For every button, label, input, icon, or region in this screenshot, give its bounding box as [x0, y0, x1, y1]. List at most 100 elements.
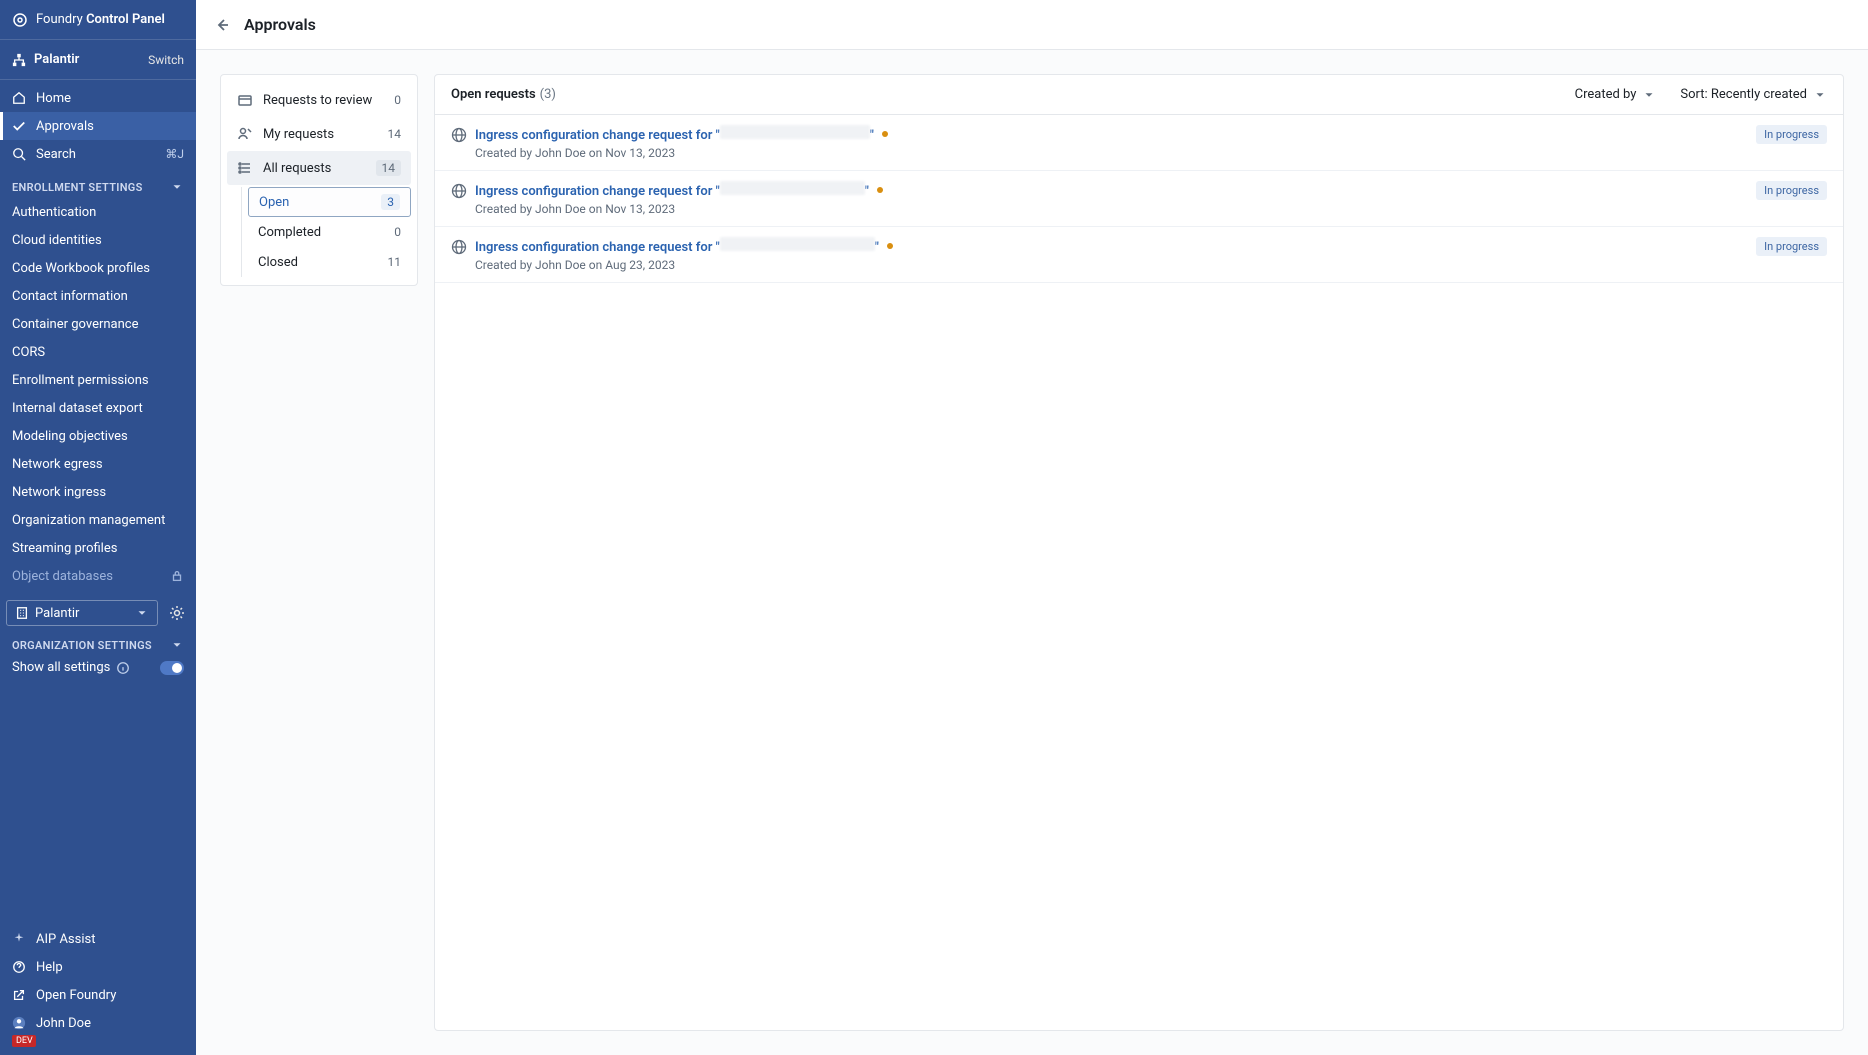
building-icon [15, 606, 29, 620]
request-status-chip: In progress [1756, 181, 1827, 200]
filter-panel: Requests to review0My requests14All requ… [220, 74, 418, 286]
enrollment-setting-item[interactable]: Contact information [0, 282, 196, 310]
enrollment-setting-item[interactable]: Container governance [0, 310, 196, 338]
filter-sub-item[interactable]: Completed0 [248, 217, 411, 247]
page-title: Approvals [244, 15, 316, 34]
request-row[interactable]: Ingress configuration change request for… [435, 171, 1843, 227]
request-title-link[interactable]: Ingress configuration change request for… [475, 181, 869, 199]
enrollment-setting-label: Code Workbook profiles [12, 261, 150, 276]
enrollment-setting-item[interactable]: Code Workbook profiles [0, 254, 196, 282]
created-by-filter[interactable]: Created by [1575, 87, 1657, 102]
sort-dropdown[interactable]: Sort: Recently created [1680, 87, 1827, 102]
requests-list: Ingress configuration change request for… [435, 115, 1843, 283]
nav-home[interactable]: Home [0, 84, 196, 112]
enrollment-setting-item[interactable]: Cloud identities [0, 226, 196, 254]
filter-item-label: Requests to review [263, 93, 372, 108]
filter-sub-label: Open [259, 195, 289, 210]
back-button[interactable] [214, 17, 230, 33]
enrollment-settings-list: Authentication Cloud identities Code Workb… [0, 198, 196, 590]
nav-help-label: Help [36, 960, 63, 975]
organization-settings-title: ORGANIZATION SETTINGS [12, 639, 152, 652]
request-status-chip: In progress [1756, 237, 1827, 256]
redacted-text [720, 125, 870, 139]
enrollment-setting-item[interactable]: Organization management [0, 506, 196, 534]
redacted-text [720, 237, 875, 251]
sidebar-bottom-links: AIP Assist Help Open Foundry John Doe DE… [0, 925, 196, 1055]
filter-sub-count: 3 [381, 194, 400, 210]
filter-item-count: 14 [388, 127, 402, 141]
org-name: Palantir [34, 52, 79, 67]
enrollment-setting-label: Container governance [12, 317, 139, 332]
request-row[interactable]: Ingress configuration change request for… [435, 227, 1843, 283]
requests-panel: Open requests (3) Created by Sort: Recen… [434, 74, 1844, 1031]
brand: Foundry Control Panel [0, 0, 196, 40]
show-all-settings-toggle[interactable] [160, 661, 184, 675]
redacted-text [720, 181, 865, 195]
enrollment-setting-item[interactable]: Modeling objectives [0, 422, 196, 450]
request-status-chip: In progress [1756, 125, 1827, 144]
enrollment-setting-item[interactable]: Enrollment permissions [0, 366, 196, 394]
nav-open-foundry-label: Open Foundry [36, 988, 116, 1003]
status-dot-icon [877, 187, 883, 193]
enrollment-settings-title: ENROLLMENT SETTINGS [12, 181, 143, 194]
requests-header-count: (3) [540, 87, 556, 102]
filter-item-icon [237, 92, 253, 108]
filter-sub-count: 11 [388, 255, 402, 269]
filter-item[interactable]: My requests 14 [227, 117, 411, 151]
nav-approvals[interactable]: Approvals [0, 112, 196, 140]
primary-nav: Home Approvals Search ⌘J [0, 80, 196, 172]
org-picker-row: Palantir [6, 600, 190, 626]
enrollment-setting-label: Internal dataset export [12, 401, 143, 416]
gear-icon [169, 605, 185, 621]
chevron-down-icon [170, 180, 184, 194]
switch-org-link[interactable]: Switch [148, 53, 184, 67]
show-all-settings-row: Show all settings [0, 656, 196, 683]
enrollment-setting-item[interactable]: Internal dataset export [0, 394, 196, 422]
filter-sub-list: Open 3 Completed0 Closed 11 [241, 187, 411, 277]
enrollment-setting-label: Network egress [12, 457, 103, 472]
filter-item-label: My requests [263, 127, 334, 142]
filter-sub-item[interactable]: Open 3 [248, 187, 411, 217]
request-title-link[interactable]: Ingress configuration change request for… [475, 125, 874, 143]
filter-item-icon [237, 160, 253, 176]
help-icon [12, 960, 26, 974]
filter-item-count: 14 [376, 160, 402, 176]
nav-search[interactable]: Search ⌘J [0, 140, 196, 168]
filter-item[interactable]: Requests to review 0 [227, 83, 411, 117]
enrollment-setting-label: Authentication [12, 205, 96, 220]
nav-user[interactable]: John Doe [0, 1009, 196, 1037]
filter-item-label: All requests [263, 161, 331, 176]
nav-aip-assist[interactable]: AIP Assist [0, 925, 196, 953]
org-settings-gear-button[interactable] [164, 600, 190, 626]
filter-sub-label: Closed [258, 255, 298, 270]
filter-sub-item[interactable]: Closed 11 [248, 247, 411, 277]
created-by-filter-label: Created by [1575, 87, 1637, 102]
filter-item-count: 0 [394, 93, 401, 107]
arrow-left-icon [214, 17, 230, 33]
main: Approvals Requests to review 0 My requests… [196, 0, 1868, 1055]
filter-item[interactable]: All requests 14 [227, 151, 411, 185]
enrollment-setting-label: Streaming profiles [12, 541, 117, 556]
check-icon [12, 119, 26, 133]
status-dot-icon [882, 131, 888, 137]
enrollment-setting-label: Cloud identities [12, 233, 102, 248]
enrollment-setting-item[interactable]: CORS [0, 338, 196, 366]
enrollment-setting-item[interactable]: Network ingress [0, 478, 196, 506]
enrollment-setting-item[interactable]: Authentication [0, 198, 196, 226]
enrollment-settings-header[interactable]: ENROLLMENT SETTINGS [0, 172, 196, 198]
enrollment-setting-label: Enrollment permissions [12, 373, 149, 388]
filter-sub-count: 0 [394, 225, 401, 239]
org-picker[interactable]: Palantir [6, 600, 158, 626]
search-icon [12, 147, 26, 161]
external-link-icon [12, 988, 26, 1002]
request-title-link[interactable]: Ingress configuration change request for… [475, 237, 879, 255]
nav-open-foundry[interactable]: Open Foundry [0, 981, 196, 1009]
request-row[interactable]: Ingress configuration change request for… [435, 115, 1843, 171]
organization-settings-header[interactable]: ORGANIZATION SETTINGS [0, 630, 196, 656]
enrollment-setting-item[interactable]: Streaming profiles [0, 534, 196, 562]
enrollment-setting-item[interactable]: Network egress [0, 450, 196, 478]
request-created-text: Created by John Doe on Nov 13, 2023 [475, 202, 883, 216]
globe-icon [451, 127, 467, 143]
avatar-icon [12, 1016, 26, 1030]
nav-help[interactable]: Help [0, 953, 196, 981]
